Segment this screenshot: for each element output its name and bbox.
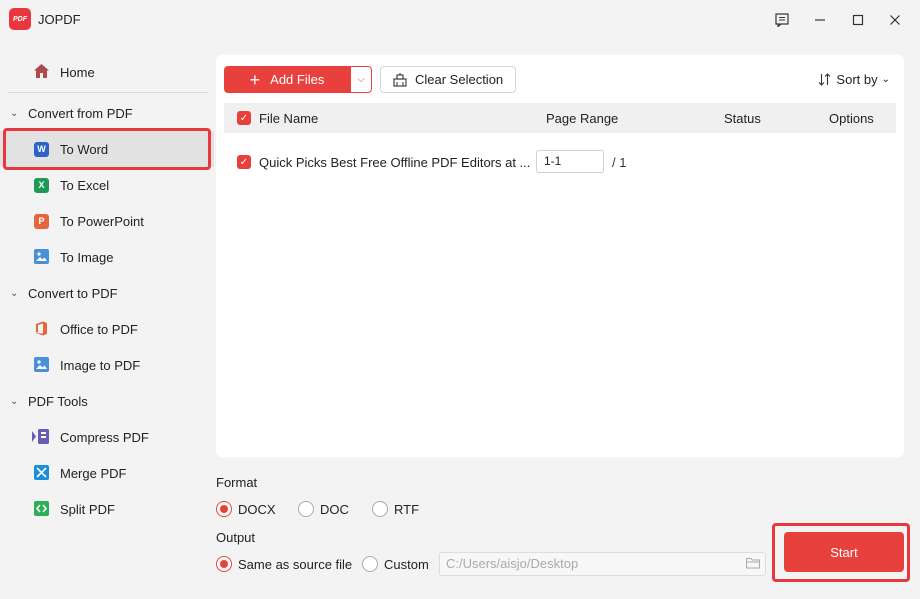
output-label: Output [216, 530, 256, 545]
sidebar-item-label: Home [60, 64, 95, 80]
section-title: Convert to PDF [28, 285, 118, 301]
sidebar-item-label: To PowerPoint [60, 213, 144, 229]
sidebar-item-image-to-pdf[interactable]: Image to PDF [0, 347, 214, 383]
highlight-outline [3, 128, 211, 170]
file-list-panel: + Add Files ⌵ Clear Selection Sort by ⌄ … [216, 55, 904, 457]
app-title: JOPDF [38, 12, 81, 27]
select-all-checkbox[interactable]: ✓ [237, 111, 251, 125]
maximize-icon[interactable] [844, 8, 872, 32]
section-convert-to-pdf[interactable]: ⌄ Convert to PDF [0, 275, 214, 311]
add-files-button[interactable]: + Add Files [224, 66, 350, 93]
output-custom-label[interactable]: Custom [384, 557, 429, 572]
column-options: Options [829, 111, 874, 126]
format-docx-radio[interactable] [216, 501, 232, 517]
sidebar-item-label: To Image [60, 249, 114, 265]
powerpoint-icon: P [34, 213, 49, 229]
home-icon [33, 63, 50, 82]
page-total: / 1 [612, 155, 627, 170]
feedback-icon[interactable] [768, 8, 796, 32]
sidebar-item-label: Split PDF [60, 501, 115, 517]
sidebar-item-label: Office to PDF [60, 321, 138, 337]
format-label: Format [216, 475, 258, 490]
sort-by-button[interactable]: Sort by ⌄ [818, 72, 890, 87]
image-icon [34, 357, 49, 375]
output-same-radio[interactable] [216, 556, 232, 572]
chevron-down-icon: ⌄ [10, 395, 19, 407]
section-convert-from-pdf[interactable]: ⌄ Convert from PDF [0, 95, 214, 131]
split-icon [34, 501, 49, 519]
title-bar: PDF JOPDF [0, 0, 920, 40]
sidebar-item-home[interactable]: Home [0, 54, 214, 90]
chevron-down-icon: ⌵ [357, 74, 365, 85]
start-button[interactable]: Start [784, 532, 904, 572]
column-status: Status [724, 111, 761, 126]
sidebar-item-compress-pdf[interactable]: Compress PDF [0, 419, 214, 455]
excel-icon: X [34, 177, 49, 193]
section-title: Convert from PDF [28, 105, 133, 121]
image-icon [34, 249, 49, 267]
sidebar-item-split-pdf[interactable]: Split PDF [0, 491, 214, 527]
chevron-down-icon: ⌄ [10, 287, 19, 299]
divider [8, 92, 208, 93]
output-same-label[interactable]: Same as source file [238, 557, 352, 572]
sidebar-item-label: Merge PDF [60, 465, 127, 481]
plus-icon: + [249, 69, 261, 90]
close-icon[interactable] [881, 8, 909, 32]
format-rtf-radio[interactable] [372, 501, 388, 517]
format-doc-label[interactable]: DOC [320, 502, 349, 517]
column-page-range: Page Range [546, 111, 619, 126]
sidebar-item-to-excel[interactable]: X To Excel [0, 167, 214, 203]
format-doc-radio[interactable] [298, 501, 314, 517]
sidebar-item-office-to-pdf[interactable]: Office to PDF [0, 311, 214, 347]
sidebar-item-label: Image to PDF [60, 357, 141, 373]
office-icon [34, 321, 49, 339]
clear-icon [393, 72, 407, 87]
clear-selection-label: Clear Selection [415, 72, 504, 87]
output-custom-radio[interactable] [362, 556, 378, 572]
output-path-input[interactable]: C:/Users/aisjo/Desktop [439, 552, 766, 576]
compress-icon [32, 429, 51, 447]
folder-icon[interactable] [746, 557, 760, 569]
sidebar: Home ⌄ Convert from PDF W To Word X To E… [0, 40, 214, 599]
section-title: PDF Tools [28, 393, 88, 409]
add-files-dropdown[interactable]: ⌵ [350, 66, 372, 93]
column-file-name: File Name [259, 111, 319, 126]
page-range-input[interactable]: 1-1 [536, 150, 604, 173]
section-pdf-tools[interactable]: ⌄ PDF Tools [0, 383, 214, 419]
row-checkbox[interactable]: ✓ [237, 155, 251, 169]
sort-icon [819, 73, 831, 86]
sidebar-item-to-image[interactable]: To Image [0, 239, 214, 275]
sidebar-item-label: Compress PDF [60, 429, 149, 445]
sidebar-item-label: To Excel [60, 177, 110, 193]
add-files-label: Add Files [270, 72, 325, 87]
merge-icon [34, 465, 49, 483]
file-name: Quick Picks Best Free Offline PDF Editor… [259, 155, 531, 170]
chevron-down-icon: ⌄ [881, 74, 890, 85]
format-rtf-label[interactable]: RTF [394, 502, 419, 517]
table-row: ✓ Quick Picks Best Free Offline PDF Edit… [224, 145, 896, 179]
minimize-icon[interactable] [806, 8, 834, 32]
chevron-down-icon: ⌄ [10, 107, 19, 119]
table-header: ✓ File Name Page Range Status Options [224, 103, 896, 133]
sidebar-item-to-powerpoint[interactable]: P To PowerPoint [0, 203, 214, 239]
start-label: Start [830, 544, 858, 560]
format-docx-label[interactable]: DOCX [238, 502, 276, 517]
clear-selection-button[interactable]: Clear Selection [380, 66, 516, 93]
sort-by-label: Sort by [836, 72, 878, 87]
sidebar-item-merge-pdf[interactable]: Merge PDF [0, 455, 214, 491]
app-logo-icon: PDF [9, 8, 31, 30]
